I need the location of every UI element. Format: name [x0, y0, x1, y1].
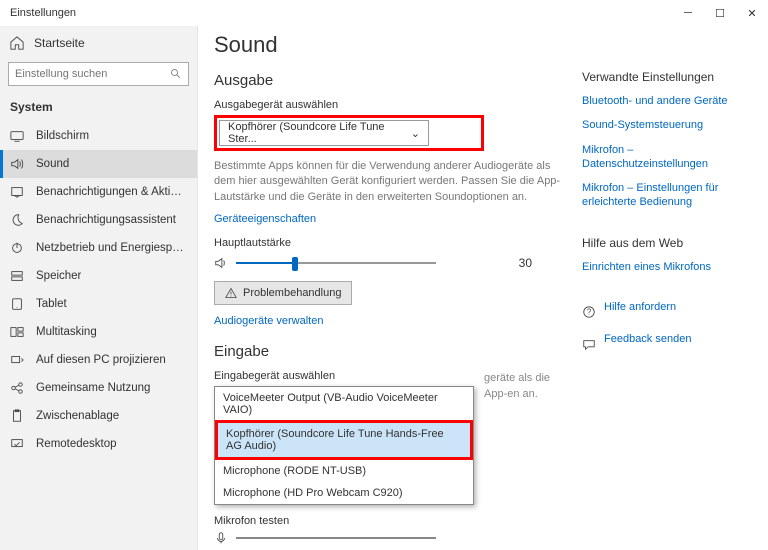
volume-label: Hauptlautstärke: [214, 237, 562, 249]
sidebar-item-share[interactable]: Gemeinsame Nutzung: [0, 374, 197, 402]
home-label: Startseite: [34, 36, 85, 50]
mic-icon: [214, 531, 228, 545]
input-option[interactable]: VoiceMeeter Output (VB-Audio VoiceMeeter…: [215, 387, 473, 421]
device-properties-link[interactable]: Geräteeigenschaften: [214, 213, 316, 225]
warning-icon: [225, 287, 237, 299]
window-title: Einstellungen: [10, 7, 76, 19]
speaker-icon: [214, 256, 228, 270]
minimize-button[interactable]: ─: [672, 0, 704, 26]
moon-icon: [10, 213, 24, 227]
sidebar-item-moon[interactable]: Benachrichtigungsassistent: [0, 206, 197, 234]
maximize-button[interactable]: ☐: [704, 0, 736, 26]
sidebar-item-notify[interactable]: Benachrichtigungen & Aktionen: [0, 178, 197, 206]
sidebar-item-label: Speicher: [36, 270, 81, 282]
sidebar: Startseite System Bildschirm Sound Benachr…: [0, 26, 198, 550]
home-icon: [10, 36, 24, 50]
sidebar-item-tablet[interactable]: Tablet: [0, 290, 197, 318]
sidebar-item-label: Tablet: [36, 298, 67, 310]
volume-slider[interactable]: [236, 255, 436, 271]
manage-output-link[interactable]: Audiogeräte verwalten: [214, 315, 323, 327]
input-highlight: Kopfhörer (Soundcore Life Tune Hands-Fre…: [215, 420, 473, 460]
help-icon: ?: [582, 305, 596, 319]
output-device-value: Kopfhörer (Soundcore Life Tune Ster...: [228, 121, 411, 145]
sidebar-item-display[interactable]: Bildschirm: [0, 122, 197, 150]
output-troubleshoot-button[interactable]: Problembehandlung: [214, 281, 352, 305]
help-link[interactable]: ? Hilfe anfordern: [582, 300, 758, 324]
page-title: Sound: [214, 32, 562, 58]
search-box[interactable]: [8, 62, 189, 86]
remote-icon: [10, 437, 24, 451]
input-device-listbox[interactable]: VoiceMeeter Output (VB-Audio VoiceMeeter…: [214, 386, 474, 505]
sidebar-item-label: Bildschirm: [36, 130, 89, 142]
output-desc: Bestimmte Apps können für die Verwendung…: [214, 159, 562, 205]
close-button[interactable]: ✕: [736, 0, 768, 26]
sidebar-item-label: Auf diesen PC projizieren: [36, 354, 166, 366]
power-icon: [10, 241, 24, 255]
chevron-down-icon: ⌄: [411, 127, 420, 140]
titlebar: Einstellungen ─ ☐ ✕: [0, 0, 768, 26]
related-link[interactable]: Mikrofon – Einstellungen für erleichtert…: [582, 181, 758, 210]
notify-icon: [10, 185, 24, 199]
related-link[interactable]: Mikrofon – Datenschutzeinstellungen: [582, 143, 758, 172]
home-link[interactable]: Startseite: [0, 30, 197, 56]
feedback-link[interactable]: Feedback senden: [582, 332, 758, 356]
main-content: Sound Ausgabe Ausgabegerät auswählen Kop…: [198, 26, 578, 550]
input-option[interactable]: Kopfhörer (Soundcore Life Tune Hands-Fre…: [218, 423, 470, 457]
related-link[interactable]: Bluetooth- und andere Geräte: [582, 94, 758, 108]
mic-level-bar: [236, 537, 436, 539]
related-heading: Verwandte Einstellungen: [582, 70, 758, 84]
input-heading: Eingabe: [214, 343, 562, 360]
sidebar-item-power[interactable]: Netzbetrieb und Energiesparmodus: [0, 234, 197, 262]
feedback-icon: [582, 338, 596, 352]
sidebar-item-label: Multitasking: [36, 326, 97, 338]
sidebar-item-label: Netzbetrieb und Energiesparmodus: [36, 242, 187, 254]
output-choose-label: Ausgabegerät auswählen: [214, 99, 562, 111]
storage-icon: [10, 269, 24, 283]
tablet-icon: [10, 297, 24, 311]
search-input[interactable]: [15, 68, 170, 80]
mic-test-label: Mikrofon testen: [214, 515, 562, 527]
display-icon: [10, 129, 24, 143]
clipboard-icon: [10, 409, 24, 423]
sidebar-item-label: Remotedesktop: [36, 438, 117, 450]
multi-icon: [10, 325, 24, 339]
share-icon: [10, 381, 24, 395]
sidebar-item-label: Benachrichtigungen & Aktionen: [36, 186, 187, 198]
category-heading: System: [0, 96, 197, 122]
output-highlight: Kopfhörer (Soundcore Life Tune Ster... ⌄: [214, 115, 484, 151]
web-help-link[interactable]: Einrichten eines Mikrofons: [582, 260, 758, 274]
input-option[interactable]: Microphone (HD Pro Webcam C920): [215, 482, 473, 504]
input-option[interactable]: Microphone (RODE NT-USB): [215, 460, 473, 482]
web-help-heading: Hilfe aus dem Web: [582, 236, 758, 250]
related-pane: Verwandte Einstellungen Bluetooth- und a…: [578, 26, 768, 550]
sidebar-item-label: Zwischenablage: [36, 410, 119, 422]
related-link[interactable]: Sound-Systemsteuerung: [582, 118, 758, 132]
sidebar-item-label: Gemeinsame Nutzung: [36, 382, 150, 394]
volume-value: 30: [519, 256, 532, 270]
sidebar-item-clipboard[interactable]: Zwischenablage: [0, 402, 197, 430]
sidebar-item-sound[interactable]: Sound: [0, 150, 197, 178]
sound-icon: [10, 157, 24, 171]
project-icon: [10, 353, 24, 367]
svg-text:?: ?: [587, 308, 592, 317]
sidebar-item-project[interactable]: Auf diesen PC projizieren: [0, 346, 197, 374]
input-desc-fragment: geräte als die App-en an.: [484, 371, 554, 402]
sidebar-item-label: Benachrichtigungsassistent: [36, 214, 176, 226]
sidebar-item-storage[interactable]: Speicher: [0, 262, 197, 290]
sidebar-item-remote[interactable]: Remotedesktop: [0, 430, 197, 458]
search-icon: [170, 68, 182, 80]
sidebar-item-label: Sound: [36, 158, 69, 170]
output-heading: Ausgabe: [214, 72, 562, 89]
output-device-dropdown[interactable]: Kopfhörer (Soundcore Life Tune Ster... ⌄: [219, 120, 429, 146]
sidebar-item-multi[interactable]: Multitasking: [0, 318, 197, 346]
